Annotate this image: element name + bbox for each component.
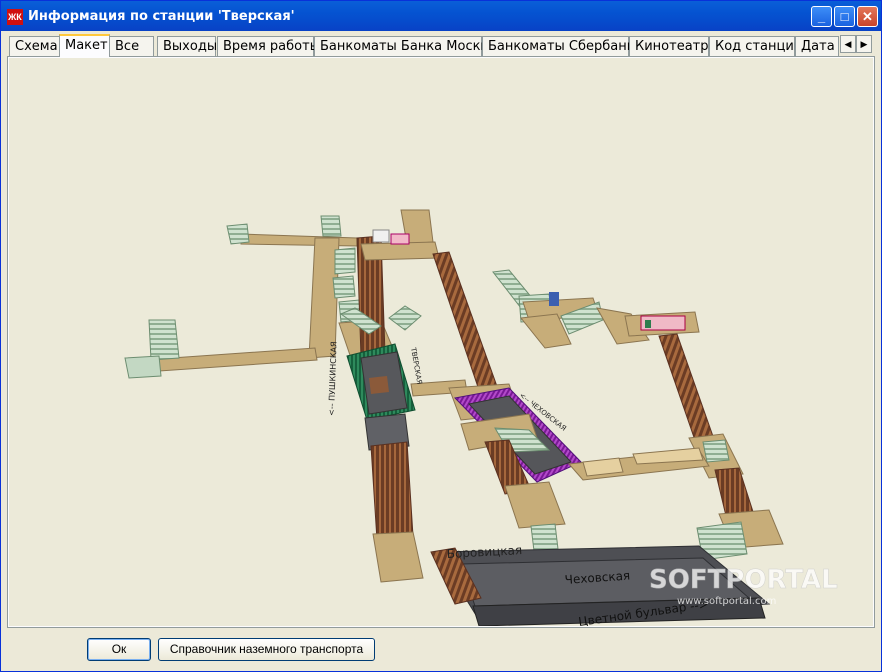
watermark-brand: SOFTPORTAL [649,565,838,595]
tab-hours[interactable]: Время работы [217,36,320,56]
maximize-button[interactable]: □ [834,6,855,27]
right-lower-escalator [696,467,784,561]
app-icon: ЖК [7,9,23,25]
station-3d-model[interactable]: <-- ПУШКИНСКАЯ ТВЕРСКАЯ <-- ЧЕХОВСКАЯ Бо… [9,58,873,626]
svg-text:ТВЕРСКАЯ: ТВЕРСКАЯ [409,346,424,385]
tab-cinemas[interactable]: Кинотеатры [629,36,719,56]
tab-bank-moscow-atms[interactable]: Банкоматы Банка Москвы [314,36,498,56]
tab-scroll-left-button[interactable]: ◀ [840,35,856,53]
ground-transport-button[interactable]: Справочник наземного транспорта [158,638,375,661]
lower-escalator [370,441,424,583]
left-corridors [124,215,362,379]
close-icon: ✕ [862,9,873,24]
ok-button[interactable]: Ок [87,638,151,661]
tab-all[interactable]: Все [109,36,154,56]
arrow-right-icon: ▶ [860,39,868,49]
svg-text:<-- ПУШКИНСКАЯ: <-- ПУШКИНСКАЯ [327,341,339,416]
minimize-button[interactable]: _ [811,6,832,27]
minimize-icon: _ [817,9,826,24]
tab-scheme[interactable]: Схема [9,36,60,56]
tab-station-code[interactable]: Код станции [709,36,802,56]
close-button[interactable]: ✕ [857,6,878,27]
tab-scroll-right-button[interactable]: ▶ [856,35,872,53]
tab-strip: Схема Макет Все Выходы Время работы Банк… [7,34,877,57]
tab-exits[interactable]: Выходы [157,36,217,56]
window: ЖК Информация по станции 'Тверская' _ □ … [0,0,882,672]
tab-sberbank-atms[interactable]: Банкоматы Сбербанка [482,36,643,56]
arrow-left-icon: ◀ [844,39,852,49]
watermark: SOFTPORTAL www.softportal.com [649,565,838,607]
tab-date[interactable]: Дата с [795,36,839,56]
maximize-icon: □ [840,9,849,24]
watermark-url: www.softportal.com [677,596,776,607]
tab-panel: <-- ПУШКИНСКАЯ ТВЕРСКАЯ <-- ЧЕХОВСКАЯ Бо… [7,56,875,628]
tab-model[interactable]: Макет [59,34,110,57]
cross-passage [567,447,710,481]
title-bar[interactable]: ЖК Информация по станции 'Тверская' _ □ … [1,1,881,31]
window-title: Информация по станции 'Тверская' [28,9,295,24]
model-svg: <-- ПУШКИНСКАЯ ТВЕРСКАЯ <-- ЧЕХОВСКАЯ Бо… [124,209,838,626]
